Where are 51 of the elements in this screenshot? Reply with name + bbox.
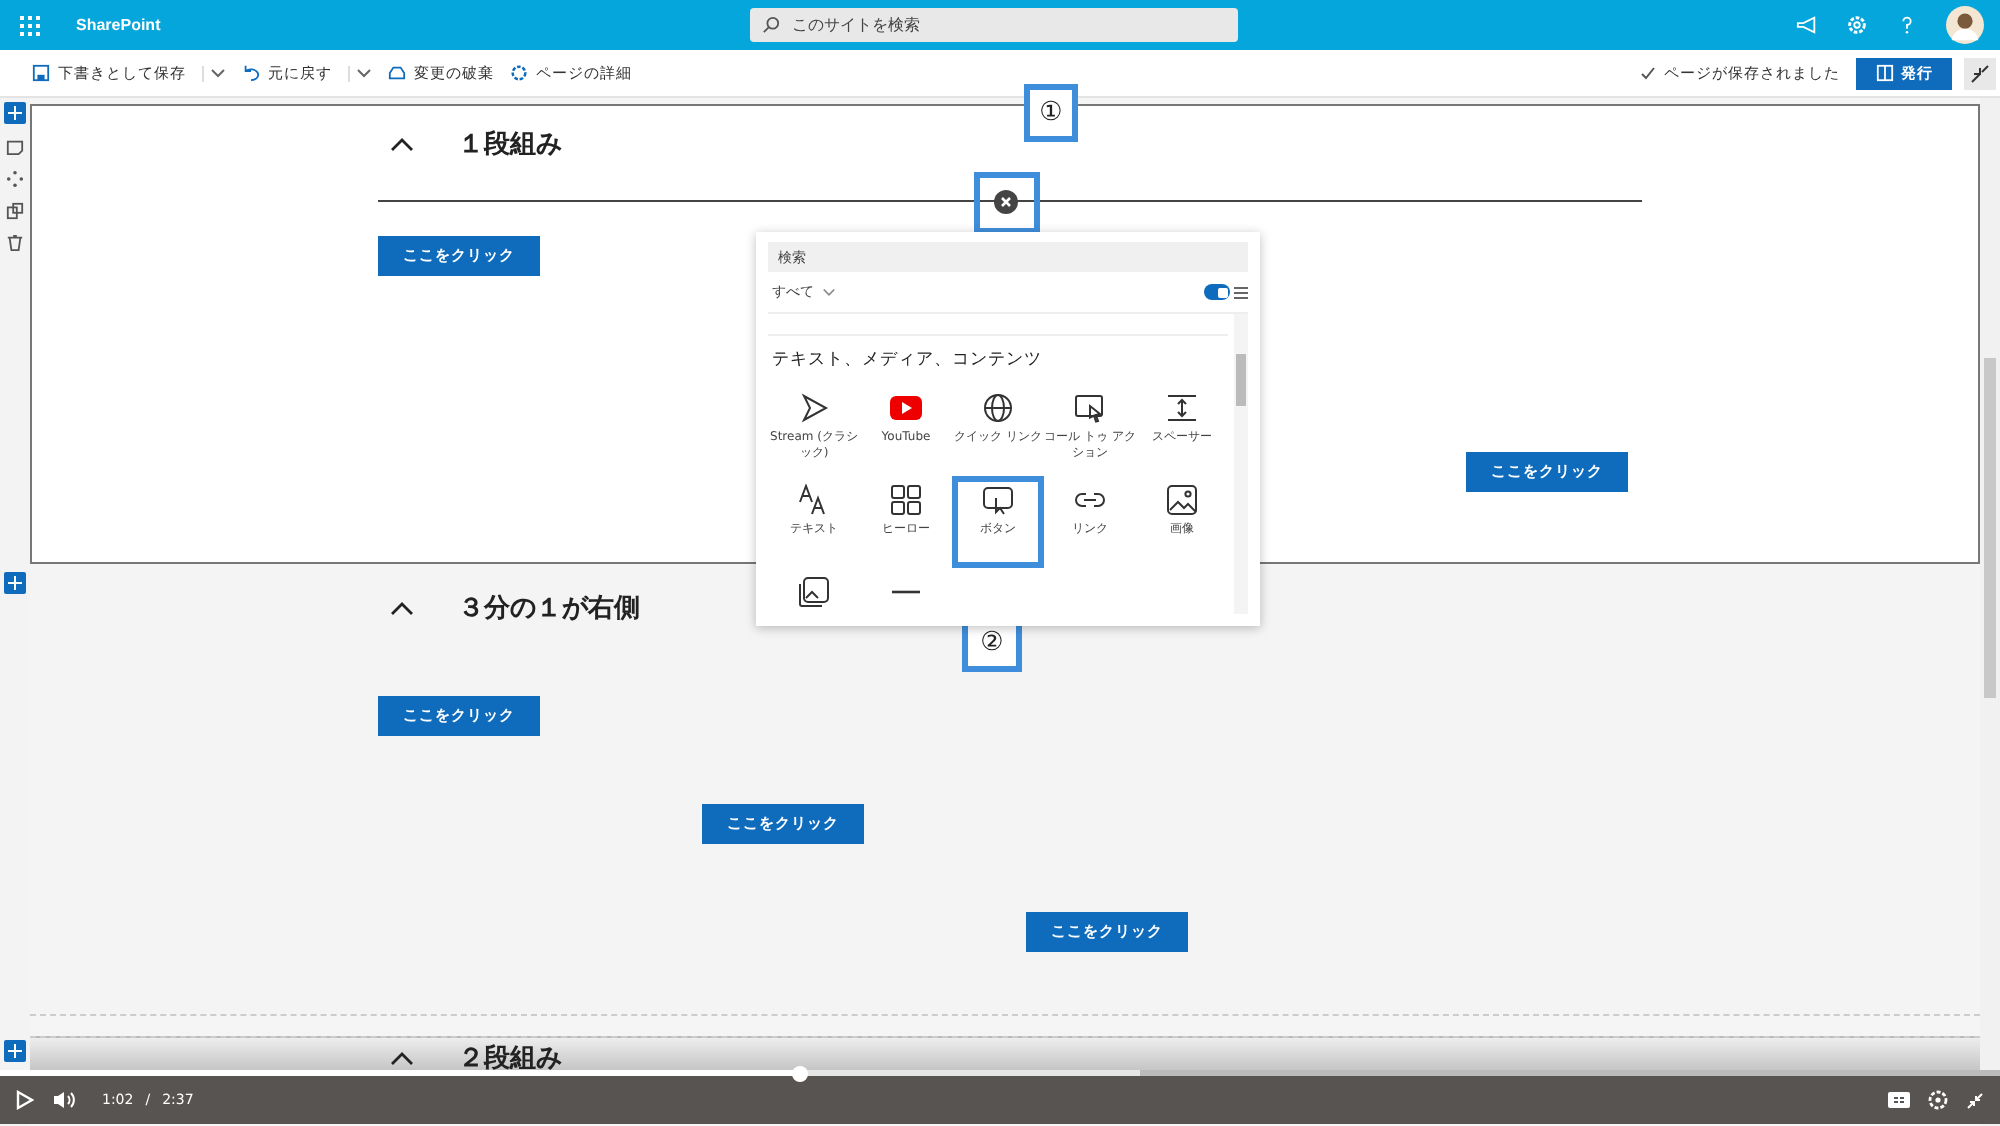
add-section-icon[interactable] <box>4 1040 26 1062</box>
volume-icon[interactable] <box>52 1090 76 1110</box>
tiles-icon <box>890 484 922 516</box>
search-icon <box>762 16 780 34</box>
category-heading: テキスト、メディア、コンテンツ <box>772 348 1044 372</box>
checkmark-icon <box>1640 65 1656 81</box>
chevron-down-icon[interactable] <box>822 285 836 299</box>
delete-icon[interactable] <box>6 234 24 252</box>
collapse-chevron-icon[interactable] <box>390 1050 414 1066</box>
collapse-icon[interactable] <box>1964 57 1996 89</box>
divider-icon <box>892 590 920 594</box>
inbox-icon <box>388 64 406 82</box>
section-title: ３分の１が右側 <box>458 592 640 626</box>
move-icon[interactable] <box>6 170 24 188</box>
search-field[interactable]: このサイトを検索 <box>750 8 1238 42</box>
duplicate-icon[interactable] <box>6 202 24 220</box>
undo-icon <box>242 64 260 82</box>
pointer-card-icon <box>1074 392 1106 424</box>
images-icon <box>798 576 830 608</box>
app-launcher-icon[interactable] <box>20 15 40 35</box>
add-section-icon[interactable] <box>4 102 26 124</box>
view-toggle[interactable] <box>1204 284 1230 300</box>
settings-icon <box>510 64 528 82</box>
scrollbar-thumb[interactable] <box>1984 358 1996 698</box>
scrollbar-thumb[interactable] <box>1236 354 1246 406</box>
collapse-chevron-icon[interactable] <box>390 136 414 152</box>
video-play-icon <box>890 392 922 424</box>
image-icon <box>1166 484 1198 516</box>
globe-icon <box>982 392 1014 424</box>
add-section-icon[interactable] <box>4 572 26 594</box>
settings-icon[interactable] <box>1928 1090 1948 1110</box>
save-icon <box>32 64 50 82</box>
callout-label: ① <box>1024 84 1078 142</box>
panel-icon <box>1875 64 1893 82</box>
chevron-down-icon[interactable] <box>348 65 372 81</box>
edit-icon[interactable] <box>6 138 24 156</box>
megaphone-icon[interactable] <box>1796 14 1818 36</box>
text-icon <box>798 484 830 516</box>
chevron-down-icon[interactable] <box>202 65 226 81</box>
play-outline-icon <box>798 392 830 424</box>
close-icon[interactable] <box>994 190 1018 214</box>
button-click-icon <box>982 484 1014 516</box>
section-title: １段組み <box>458 128 562 162</box>
section-title: ２段組み <box>458 1042 562 1076</box>
exit-fullscreen-icon[interactable] <box>1966 1091 1984 1109</box>
avatar-icon[interactable] <box>1946 6 1984 44</box>
spacer-icon <box>1166 392 1198 424</box>
play-icon[interactable] <box>16 1090 34 1110</box>
list-view-icon[interactable] <box>1234 285 1248 299</box>
collapse-chevron-icon[interactable] <box>390 600 414 616</box>
captions-icon[interactable] <box>1888 1092 1910 1108</box>
